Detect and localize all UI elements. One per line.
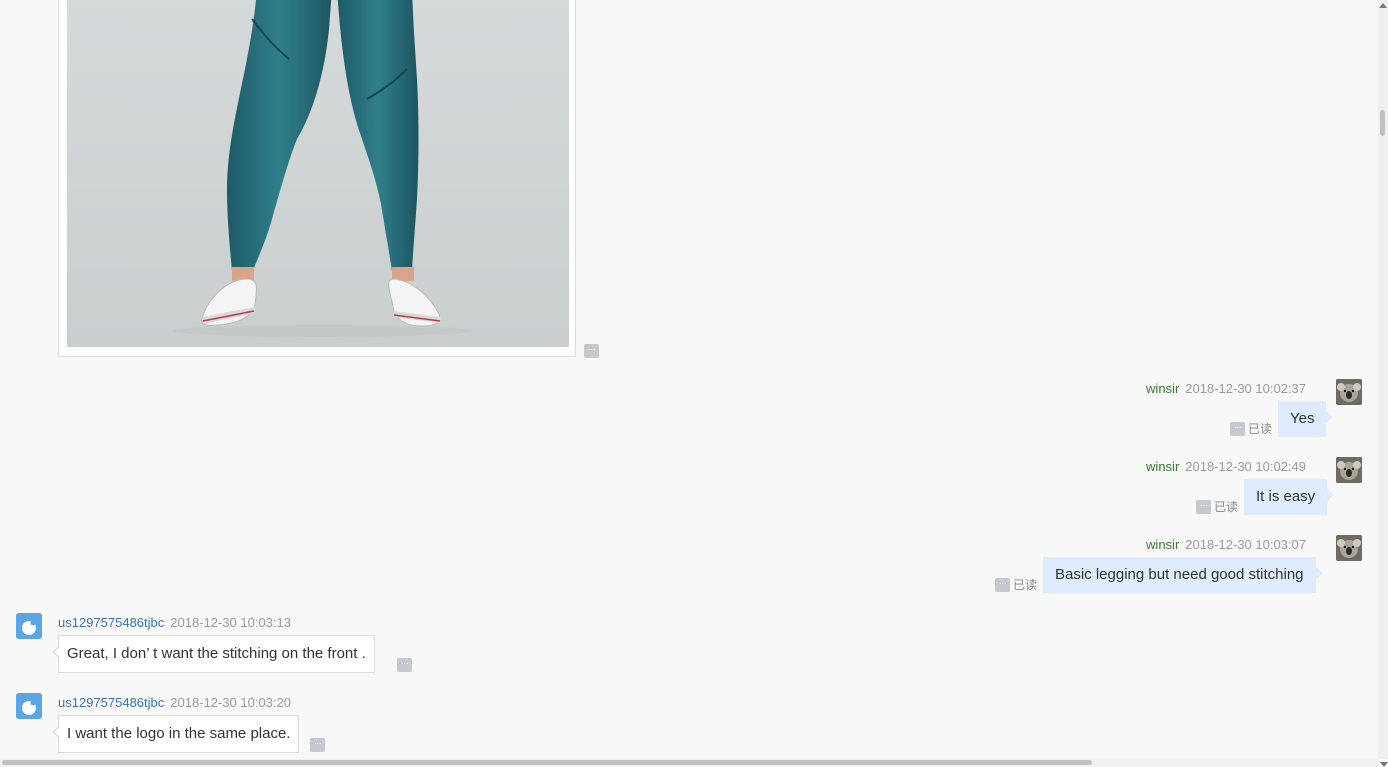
avatar[interactable] bbox=[16, 613, 42, 639]
sender-name[interactable]: us1297575486tjbc bbox=[58, 615, 164, 630]
koala-avatar-icon bbox=[1336, 379, 1362, 405]
sender-name[interactable]: us1297575486tjbc bbox=[58, 695, 164, 710]
koala-avatar-icon bbox=[1336, 535, 1362, 561]
message-meta: winsir 2018-12-30 10:03:07 bbox=[1146, 537, 1306, 552]
read-status: 已读 bbox=[1214, 500, 1239, 514]
timestamp: 2018-12-30 10:02:37 bbox=[1185, 381, 1306, 396]
legging-photo[interactable] bbox=[67, 0, 569, 347]
horizontal-scroll-thumb[interactable] bbox=[2, 760, 1092, 765]
message-meta: winsir 2018-12-30 10:02:37 bbox=[1146, 381, 1306, 396]
koala-avatar-icon bbox=[1336, 457, 1362, 483]
default-avatar-icon bbox=[16, 613, 42, 639]
message-bubble[interactable]: Yes bbox=[1278, 401, 1335, 437]
message-more-button[interactable]: ··· bbox=[995, 578, 1010, 592]
scroll-down-icon[interactable] bbox=[1380, 762, 1388, 767]
vertical-scroll-thumb[interactable] bbox=[1380, 110, 1385, 136]
message-meta: us1297575486tjbc 2018-12-30 10:03:20 bbox=[58, 695, 291, 710]
message-bubble[interactable]: I want the logo in the same place. bbox=[51, 715, 300, 753]
chat-history: ··· winsir 2018-12-30 10:02:37 Yes ··· 已读… bbox=[0, 0, 1378, 759]
message-meta: winsir 2018-12-30 10:02:49 bbox=[1146, 459, 1306, 474]
avatar[interactable] bbox=[1336, 535, 1362, 561]
message-bubble[interactable]: It is easy bbox=[1244, 479, 1335, 515]
message-more-button[interactable]: ··· bbox=[397, 658, 412, 672]
default-avatar-icon bbox=[16, 693, 42, 719]
avatar[interactable] bbox=[1336, 379, 1362, 405]
message-more-button[interactable]: ··· bbox=[1230, 422, 1245, 436]
message-meta: us1297575486tjbc 2018-12-30 10:03:13 bbox=[58, 615, 291, 630]
message-more-button[interactable]: ··· bbox=[310, 738, 325, 752]
image-message[interactable] bbox=[58, 0, 576, 357]
timestamp: 2018-12-30 10:03:13 bbox=[170, 615, 291, 630]
vertical-scrollbar[interactable] bbox=[1378, 0, 1388, 759]
sender-name[interactable]: winsir bbox=[1146, 381, 1179, 396]
sender-name[interactable]: winsir bbox=[1146, 459, 1179, 474]
image-more-button[interactable]: ··· bbox=[584, 344, 599, 358]
timestamp: 2018-12-30 10:03:20 bbox=[170, 695, 291, 710]
avatar[interactable] bbox=[16, 693, 42, 719]
scroll-up-icon[interactable] bbox=[1379, 3, 1387, 8]
read-status: 已读 bbox=[1248, 422, 1273, 436]
message-more-button[interactable]: ··· bbox=[1196, 500, 1211, 514]
horizontal-scrollbar[interactable] bbox=[0, 759, 1378, 767]
timestamp: 2018-12-30 10:02:49 bbox=[1185, 459, 1306, 474]
message-bubble[interactable]: Great, I don’ t want the stitching on th… bbox=[52, 635, 375, 673]
avatar[interactable] bbox=[1336, 457, 1362, 483]
sender-name[interactable]: winsir bbox=[1146, 537, 1179, 552]
message-bubble[interactable]: Basic legging but need good stitching bbox=[1043, 557, 1323, 593]
read-status: 已读 bbox=[1013, 578, 1038, 592]
timestamp: 2018-12-30 10:03:07 bbox=[1185, 537, 1306, 552]
